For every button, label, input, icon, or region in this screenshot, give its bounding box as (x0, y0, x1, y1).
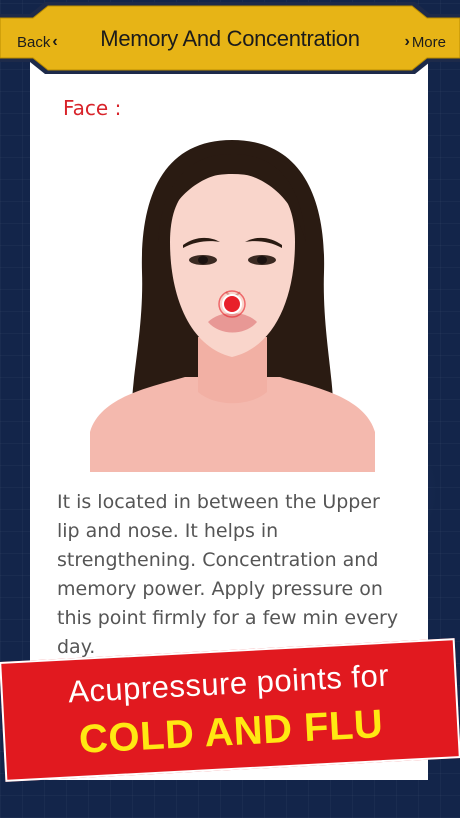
app-header: Back ‹ Memory And Concentration › More (0, 0, 460, 76)
face-illustration (90, 140, 375, 472)
more-button[interactable]: › More (402, 30, 446, 54)
page-title: Memory And Concentration (100, 26, 360, 51)
chevron-right-icon: › (404, 33, 410, 50)
back-button[interactable]: Back ‹ (17, 30, 60, 54)
more-label: More (411, 33, 446, 51)
acupressure-point-icon (222, 294, 242, 314)
point-description: It is located in between the Upper lip a… (57, 491, 399, 658)
chevron-left-icon: ‹ (52, 33, 58, 50)
promo-banner[interactable]: Acupressure points for COLD AND FLU (0, 638, 460, 782)
back-label: Back (17, 33, 51, 51)
section-label: Face : (63, 96, 122, 120)
